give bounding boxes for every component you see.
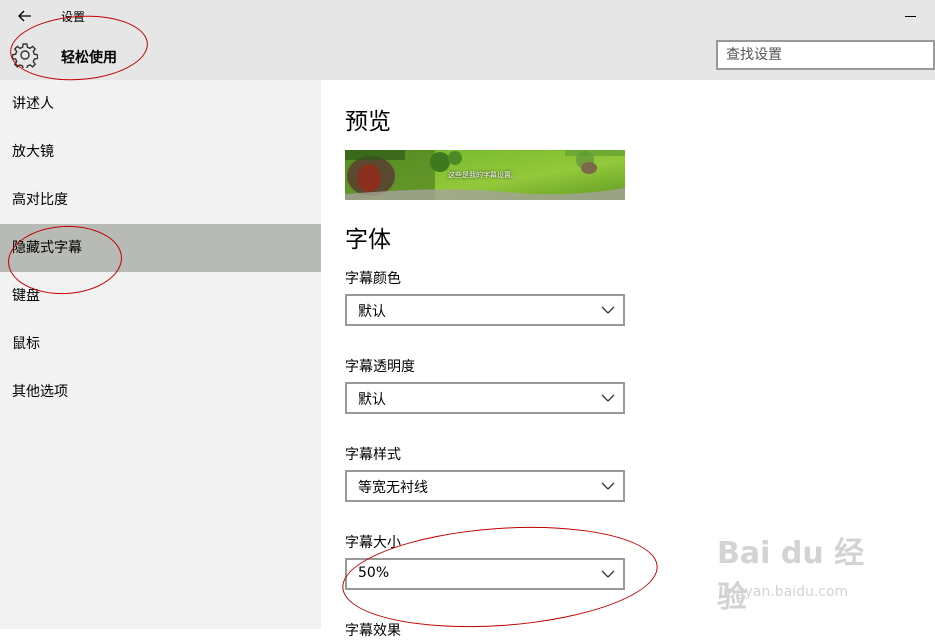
baidu-jingyan-watermark: Bai du 经验 jingyan.baidu.com	[717, 528, 887, 615]
caption-size-value: 50%	[358, 565, 390, 581]
caption-size-dropdown[interactable]: 50%	[345, 558, 625, 590]
caption-style-dropdown[interactable]: 等宽无衬线	[345, 470, 625, 502]
caption-color-dropdown[interactable]: 默认	[345, 294, 625, 326]
chevron-down-icon	[601, 570, 615, 578]
caption-transparency-value: 默认	[358, 392, 386, 408]
caption-size-label: 字幕大小	[345, 535, 401, 551]
caption-style-label: 字幕样式	[345, 447, 401, 463]
font-heading: 字体	[345, 227, 391, 253]
sidebar-item-mouse[interactable]: 鼠标	[0, 320, 321, 368]
back-button[interactable]	[12, 4, 38, 28]
chevron-down-icon	[601, 482, 615, 490]
preview-heading: 预览	[345, 109, 391, 135]
back-arrow-icon	[18, 10, 31, 22]
title-bar: 设置	[0, 0, 935, 32]
watermark-brand: Bai du 经验	[717, 536, 865, 615]
sidebar-item-keyboard[interactable]: 键盘	[0, 272, 321, 320]
caption-transparency-dropdown[interactable]: 默认	[345, 382, 625, 414]
sidebar-item-narrator[interactable]: 讲述人	[0, 80, 321, 128]
preview-caption: 这些是我的字幕设置。	[448, 171, 518, 179]
chevron-down-icon	[601, 394, 615, 402]
search-input[interactable]	[716, 40, 935, 70]
caption-style-value: 等宽无衬线	[358, 480, 428, 496]
sidebar-item-high-contrast[interactable]: 高对比度	[0, 176, 321, 224]
sidebar-item-other-options[interactable]: 其他选项	[0, 368, 321, 416]
sidebar: 讲述人 放大镜 高对比度 隐藏式字幕 键盘 鼠标 其他选项	[0, 80, 321, 629]
sidebar-item-magnifier[interactable]: 放大镜	[0, 128, 321, 176]
section-title: 轻松使用	[61, 50, 117, 66]
caption-color-label: 字幕颜色	[345, 271, 401, 287]
gear-icon	[12, 43, 38, 68]
caption-effects-label: 字幕效果	[345, 623, 401, 639]
caption-preview-image: 这些是我的字幕设置。	[345, 150, 625, 200]
window-title: 设置	[61, 10, 86, 24]
caption-transparency-label: 字幕透明度	[345, 359, 415, 375]
minimize-button[interactable]	[899, 4, 923, 28]
page-header: 轻松使用	[0, 32, 935, 80]
watermark-url: jingyan.baidu.com	[719, 584, 849, 600]
chevron-down-icon	[601, 306, 615, 314]
sidebar-item-closed-captions[interactable]: 隐藏式字幕	[0, 224, 321, 272]
caption-color-value: 默认	[358, 304, 386, 320]
